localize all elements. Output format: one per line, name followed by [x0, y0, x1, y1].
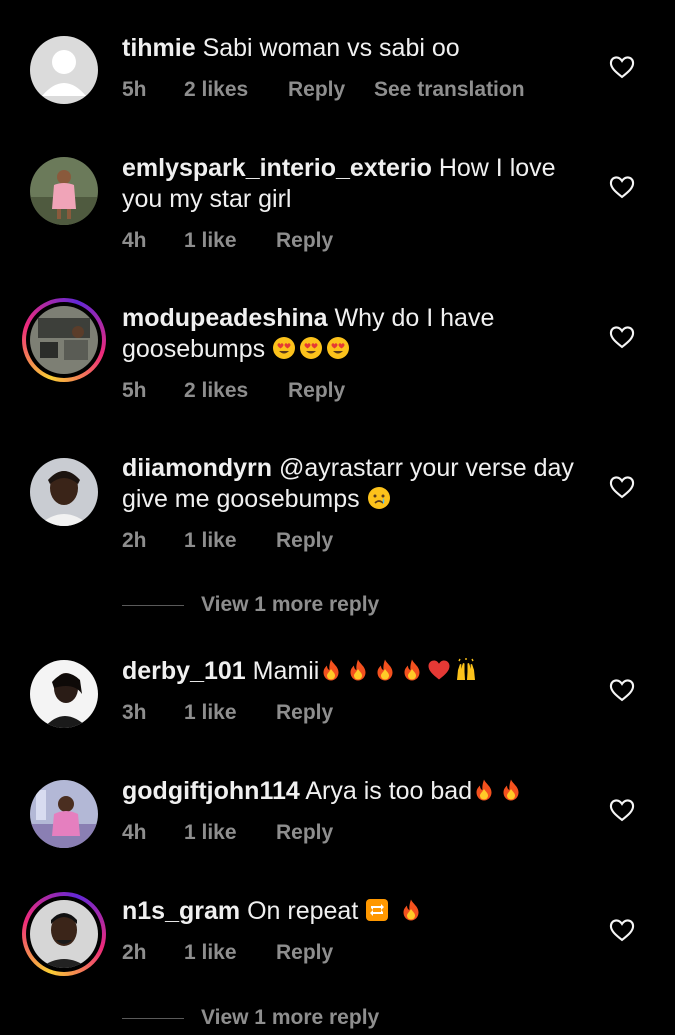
username[interactable]: tihmie — [122, 34, 196, 62]
username[interactable]: godgiftjohn114 — [122, 777, 300, 805]
heart-outline-icon[interactable] — [608, 323, 636, 351]
heart-outline-icon[interactable] — [608, 473, 636, 501]
avatar[interactable] — [30, 780, 98, 848]
heart-outline-icon[interactable] — [608, 796, 636, 824]
reply-button[interactable]: Reply — [276, 701, 333, 725]
fire-emoji — [499, 778, 523, 802]
fire-emoji — [399, 898, 423, 922]
heart-outline-icon[interactable] — [608, 676, 636, 704]
view-more-replies-button[interactable]: View 1 more reply — [122, 1003, 379, 1033]
heart-outline-icon[interactable] — [608, 53, 636, 81]
comment-text: emlyspark_interio_exterio How I love you… — [122, 153, 592, 215]
view-more-replies-button[interactable]: View 1 more reply — [122, 590, 379, 620]
comment-text: modupeadeshina Why do I have goosebumps — [122, 303, 592, 365]
crying-face-emoji — [367, 486, 391, 510]
likes-count[interactable]: 1 like — [184, 529, 276, 553]
fire-emoji — [472, 778, 496, 802]
reply-button[interactable]: Reply — [276, 941, 333, 965]
likes-count[interactable]: 1 like — [184, 701, 276, 725]
timestamp: 5h — [122, 78, 147, 101]
reply-button[interactable]: Reply — [276, 229, 333, 253]
avatar[interactable] — [30, 36, 98, 104]
comment-text: derby_101 Mamii — [122, 656, 592, 687]
timestamp: 3h — [122, 701, 147, 724]
comment-body: Arya is too bad — [305, 777, 473, 805]
comment-meta: 5h 2 likes Reply — [122, 376, 345, 406]
username[interactable]: n1s_gram — [122, 897, 240, 925]
reply-button[interactable]: Reply — [276, 529, 333, 553]
heart-outline-icon[interactable] — [608, 916, 636, 944]
timestamp: 4h — [122, 821, 147, 844]
comment-text: godgiftjohn114 Arya is too bad — [122, 776, 592, 807]
divider — [122, 604, 184, 606]
likes-count[interactable]: 1 like — [184, 821, 276, 845]
avatar[interactable] — [30, 660, 98, 728]
comment-meta: 4h 1 like Reply — [122, 226, 333, 256]
comment-meta: 4h 1 like Reply — [122, 818, 333, 848]
view-more-label: View 1 more reply — [201, 1006, 380, 1029]
comment-body: Sabi woman vs sabi oo — [202, 34, 460, 62]
avatar-story-ring[interactable] — [22, 892, 106, 976]
fire-emoji — [319, 658, 343, 682]
repeat-button-emoji — [365, 898, 389, 922]
reply-button[interactable]: Reply — [276, 821, 333, 845]
fire-emoji — [346, 658, 370, 682]
comment-meta: 2h 1 like Reply — [122, 526, 333, 556]
red-heart-emoji — [427, 658, 451, 682]
divider — [122, 1017, 184, 1019]
avatar[interactable] — [30, 157, 98, 225]
raising-hands-emoji — [454, 658, 478, 682]
reply-button[interactable]: Reply — [288, 379, 345, 403]
avatar-story-ring[interactable] — [22, 298, 106, 382]
likes-count[interactable]: 2 likes — [184, 78, 288, 102]
comment-text: diiamondyrn @ayrastarr your verse day gi… — [122, 453, 592, 515]
likes-count[interactable]: 1 like — [184, 229, 276, 253]
timestamp: 2h — [122, 529, 147, 552]
heart-outline-icon[interactable] — [608, 173, 636, 201]
comment-text: n1s_gram On repeat — [122, 896, 592, 927]
timestamp: 5h — [122, 379, 147, 402]
view-more-label: View 1 more reply — [201, 593, 380, 616]
heart-eyes-emoji — [299, 336, 323, 360]
username[interactable]: modupeadeshina — [122, 304, 328, 332]
username[interactable]: diiamondyrn — [122, 454, 272, 482]
likes-count[interactable]: 1 like — [184, 941, 276, 965]
reply-button[interactable]: Reply — [288, 78, 374, 102]
comment-body: On repeat — [247, 897, 359, 925]
likes-count[interactable]: 2 likes — [184, 379, 288, 403]
fire-emoji — [373, 658, 397, 682]
username[interactable]: emlyspark_interio_exterio — [122, 154, 432, 182]
timestamp: 4h — [122, 229, 147, 252]
fire-emoji — [400, 658, 424, 682]
heart-eyes-emoji — [326, 336, 350, 360]
comment-body: Mamii — [252, 657, 320, 685]
see-translation-button[interactable]: See translation — [374, 78, 525, 102]
username[interactable]: derby_101 — [122, 657, 246, 685]
comment-meta: 2h 1 like Reply — [122, 938, 333, 968]
avatar[interactable] — [30, 458, 98, 526]
heart-eyes-emoji — [272, 336, 296, 360]
timestamp: 2h — [122, 941, 147, 964]
comment-meta: 5h 2 likes Reply See translation — [122, 75, 525, 105]
comment-meta: 3h 1 like Reply — [122, 698, 333, 728]
comment-text: tihmie Sabi woman vs sabi oo — [122, 33, 592, 64]
